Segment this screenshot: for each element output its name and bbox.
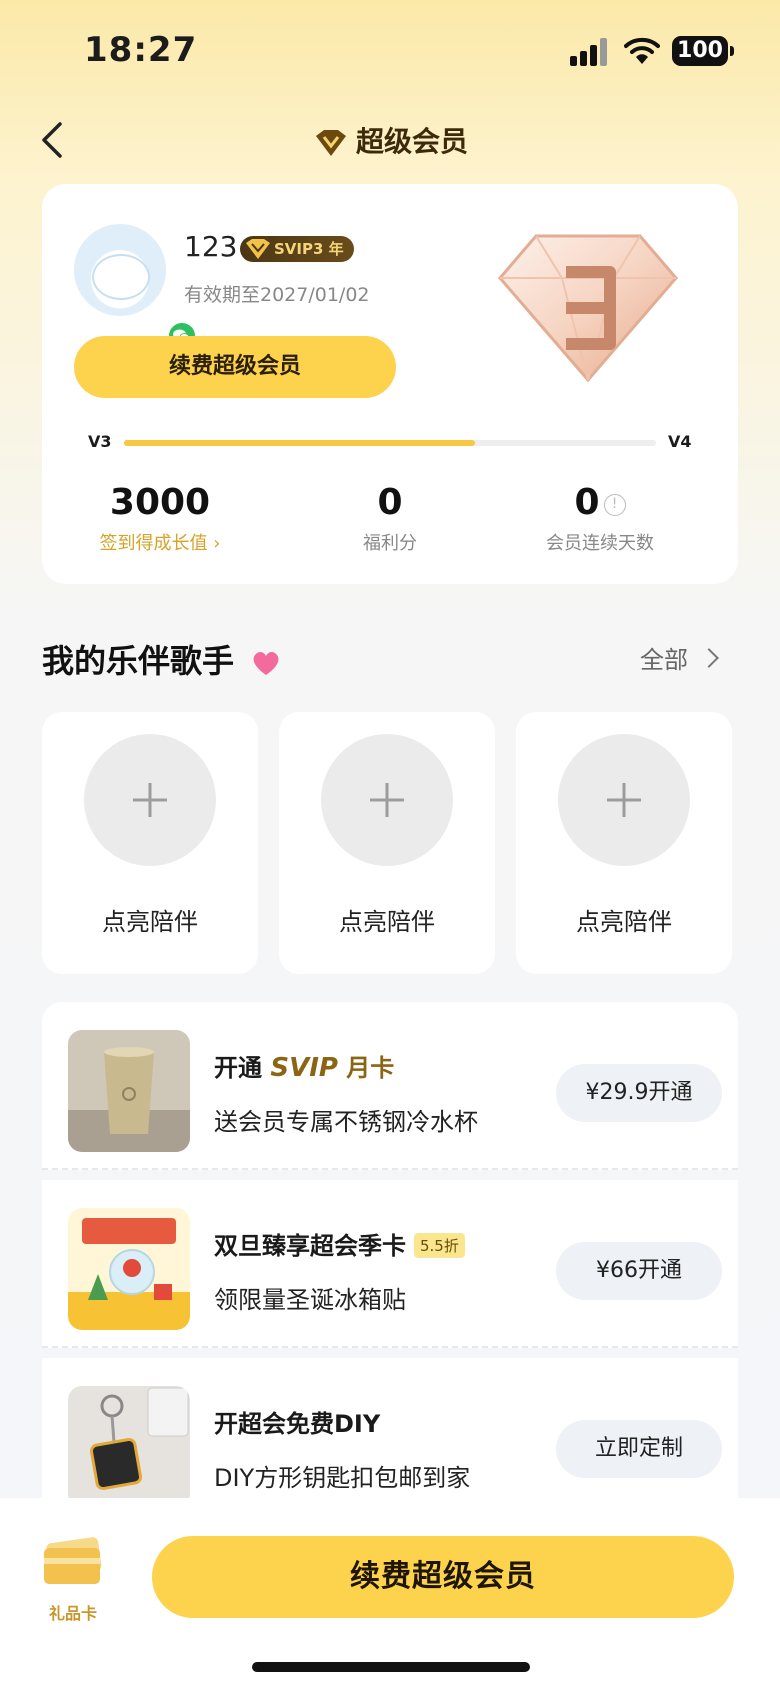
level-progress-bar [124,440,656,446]
companion-label: 点亮陪伴 [102,908,198,936]
open-quarterly-button[interactable]: ¥66开通 [556,1242,722,1300]
bottom-bar: 礼品卡 续费超级会员 [0,1498,780,1688]
page-title-text: 超级会员 [355,125,468,158]
welfare-value: 0 [377,482,403,523]
streak-value: 0 [574,482,600,523]
diamond-icon [315,130,346,156]
keychain-image [68,1386,190,1508]
home-indicator [252,1662,530,1672]
cellular-signal-icon [570,38,610,66]
companion-label: 点亮陪伴 [576,908,672,936]
streak-stat[interactable]: 0! 会员连续天数 [490,482,710,555]
steel-cup-image [68,1030,190,1152]
christmas-magnet-image [68,1208,190,1330]
companion-card[interactable]: 点亮陪伴 [516,712,732,974]
offer-subtitle: 领限量圣诞冰箱贴 [214,1286,406,1314]
add-icon [84,734,216,866]
username: 123 [184,230,238,263]
streak-label: 会员连续天数 [546,533,654,554]
level-progress-fill [124,440,476,446]
svip-badge-text: SVIP3 年 [274,240,344,258]
info-icon[interactable]: ! [603,494,626,516]
renew-main-button[interactable]: 续费超级会员 [152,1536,734,1618]
battery-icon: 100 [672,36,734,66]
offer-title: 开通 SVIP 月卡 [214,1048,394,1083]
offer-title: 双旦臻享超会季卡 5.5折 [214,1226,465,1261]
gift-card-icon [44,1537,102,1584]
gift-card-label: 礼品卡 [48,1604,97,1623]
companion-section-title: 我的乐伴歌手 [42,636,281,682]
offer-subtitle: 送会员专属不锈钢冷水杯 [214,1108,478,1136]
add-icon [321,734,453,866]
companion-card[interactable]: 点亮陪伴 [279,712,495,974]
growth-label: 签到得成长值 › [99,533,221,554]
status-time: 18:27 [84,30,198,70]
next-level: V4 [668,432,692,451]
nav-bar: 超级会员 [0,100,780,180]
member-card: 123 SVIP3 年 有效期至2027/01/02 续费超级会员 V3 V4 … [42,184,738,584]
wifi-icon [624,37,660,64]
avatar[interactable] [74,224,198,352]
offer-diy-keychain[interactable]: 开超会免费DIY DIY方形钥匙扣包邮到家 立即定制 [42,1358,738,1508]
expire-date: 有效期至2027/01/02 [184,284,370,306]
chevron-right-icon [699,648,719,668]
offer-subtitle: DIY方形钥匙扣包邮到家 [214,1464,471,1492]
offer-svip-monthly[interactable]: 开通 SVIP 月卡 送会员专属不锈钢冷水杯 ¥29.9开通 [42,1002,738,1170]
companion-label: 点亮陪伴 [339,908,435,936]
welfare-label: 福利分 [363,533,417,554]
discount-badge: 5.5折 [414,1233,465,1258]
view-all-link[interactable]: 全部 [640,640,719,675]
svip-diamond-icon [246,239,270,259]
offer-title-svip: SVIP [270,1053,338,1083]
growth-value: 3000 [109,482,211,523]
offer-title-text: 双旦臻享超会季卡 [214,1232,406,1260]
status-bar: 18:27 100 [0,0,780,100]
offer-title-suffix: 月卡 [337,1054,395,1082]
companion-card[interactable]: 点亮陪伴 [42,712,258,974]
add-icon [558,734,690,866]
growth-stat[interactable]: 3000 签到得成长值 › [50,482,270,555]
offer-title-prefix: 开通 [214,1054,271,1082]
open-svip-monthly-button[interactable]: ¥29.9开通 [556,1064,722,1122]
current-level: V3 [88,432,112,451]
view-all-label: 全部 [640,646,688,674]
welfare-stat[interactable]: 0 福利分 [280,482,500,555]
svip-level-badge: SVIP3 年 [240,236,354,262]
companion-title-text: 我的乐伴歌手 [42,642,235,680]
renew-button[interactable]: 续费超级会员 [74,336,396,398]
offer-title: 开超会免费DIY [214,1410,381,1438]
offer-quarterly[interactable]: 双旦臻享超会季卡 5.5折 领限量圣诞冰箱贴 ¥66开通 [42,1180,738,1348]
avatar-character [92,254,150,300]
level-3-diamond-icon [498,234,678,383]
page-title: 超级会员 [0,120,780,160]
gift-card-entry[interactable]: 礼品卡 [38,1536,108,1626]
heart-icon [253,652,279,675]
customize-button[interactable]: 立即定制 [556,1420,722,1478]
